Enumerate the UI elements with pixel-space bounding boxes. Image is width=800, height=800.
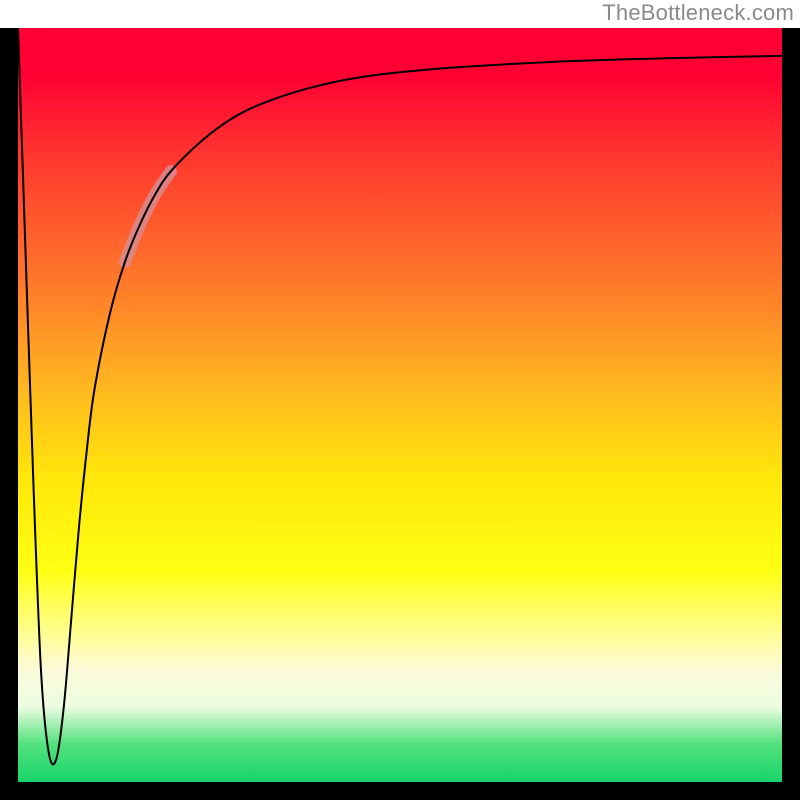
attribution-label: TheBottleneck.com <box>602 0 794 26</box>
curve-highlight <box>125 171 171 261</box>
chart-root: TheBottleneck.com <box>0 0 800 800</box>
curve-svg <box>18 28 782 782</box>
plot-frame <box>0 28 800 800</box>
bottleneck-curve <box>18 28 782 764</box>
plot-area <box>18 28 782 782</box>
